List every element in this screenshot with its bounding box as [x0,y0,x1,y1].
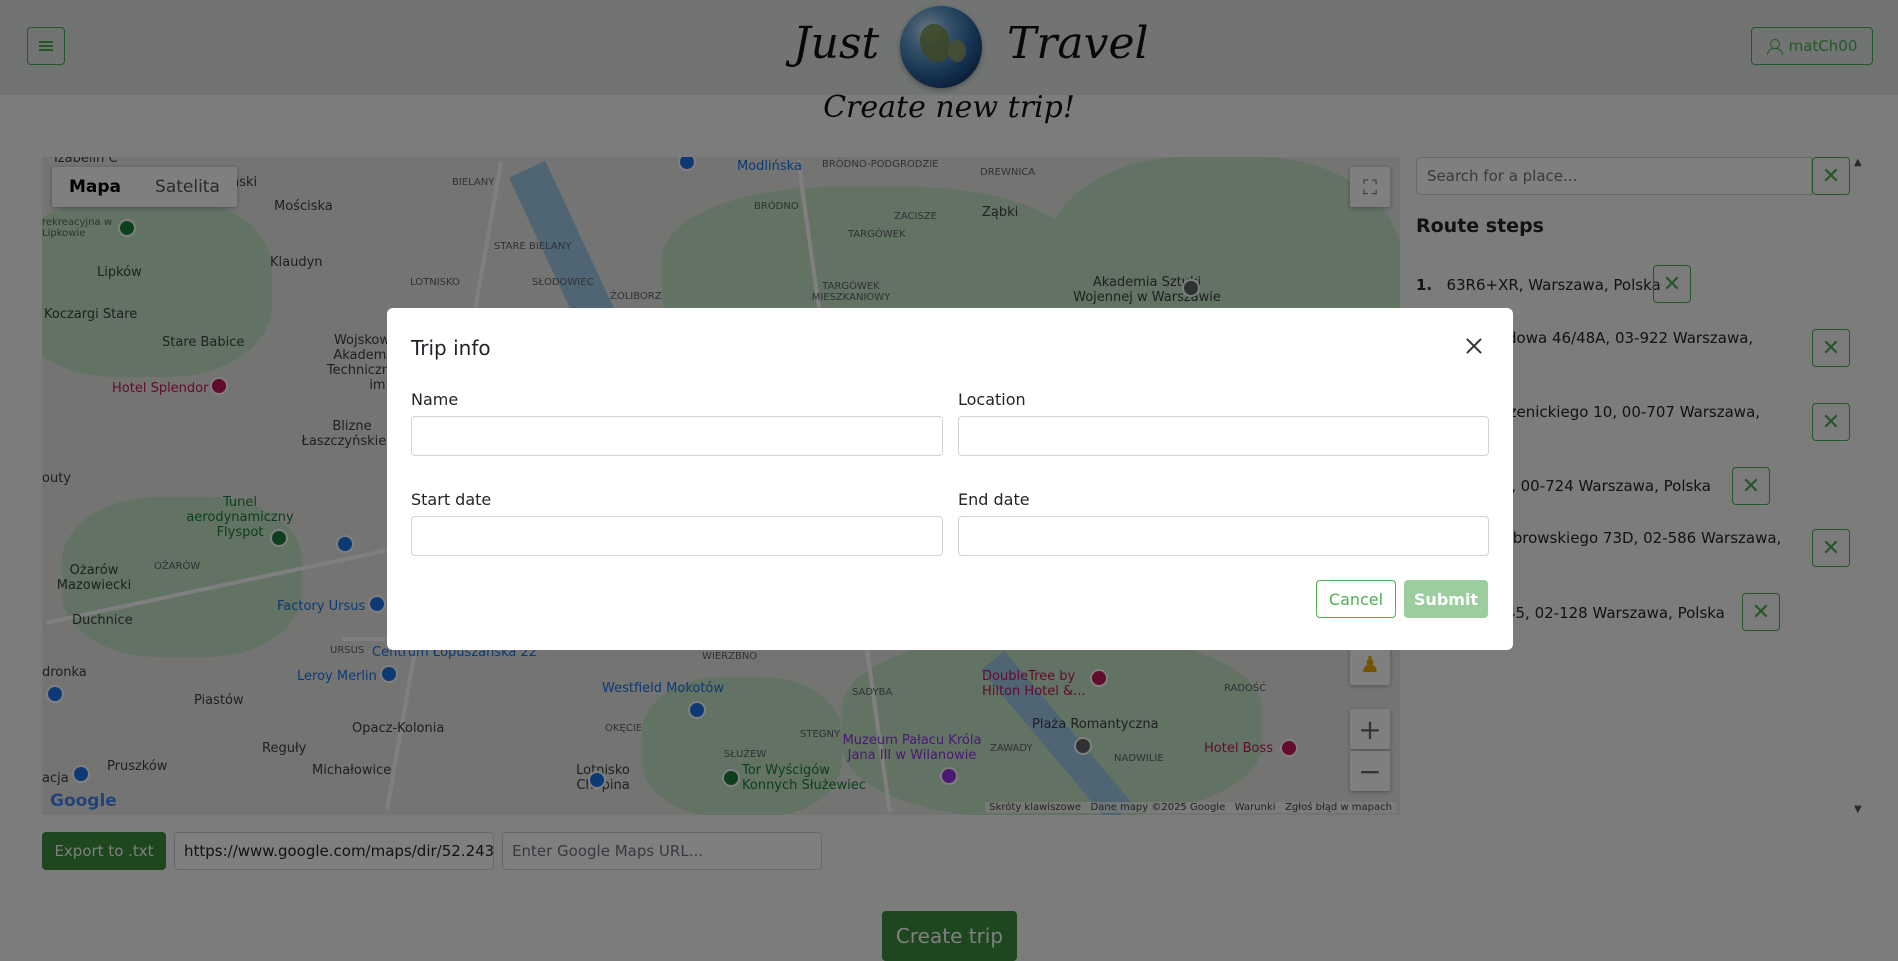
end-date-label: End date [958,490,1030,509]
location-label: Location [958,390,1026,409]
start-date-label: Start date [411,490,492,509]
name-label: Name [411,390,459,409]
name-input[interactable] [411,416,943,456]
cancel-button[interactable]: Cancel [1316,580,1396,618]
modal-title: Trip info [411,336,491,360]
submit-button[interactable]: Submit [1404,580,1488,618]
trip-info-modal: Trip info Name Location Start date End d… [387,308,1513,650]
end-date-input[interactable] [958,516,1489,556]
location-input[interactable] [958,416,1489,456]
start-date-input[interactable] [411,516,943,556]
close-icon[interactable] [1463,336,1485,358]
